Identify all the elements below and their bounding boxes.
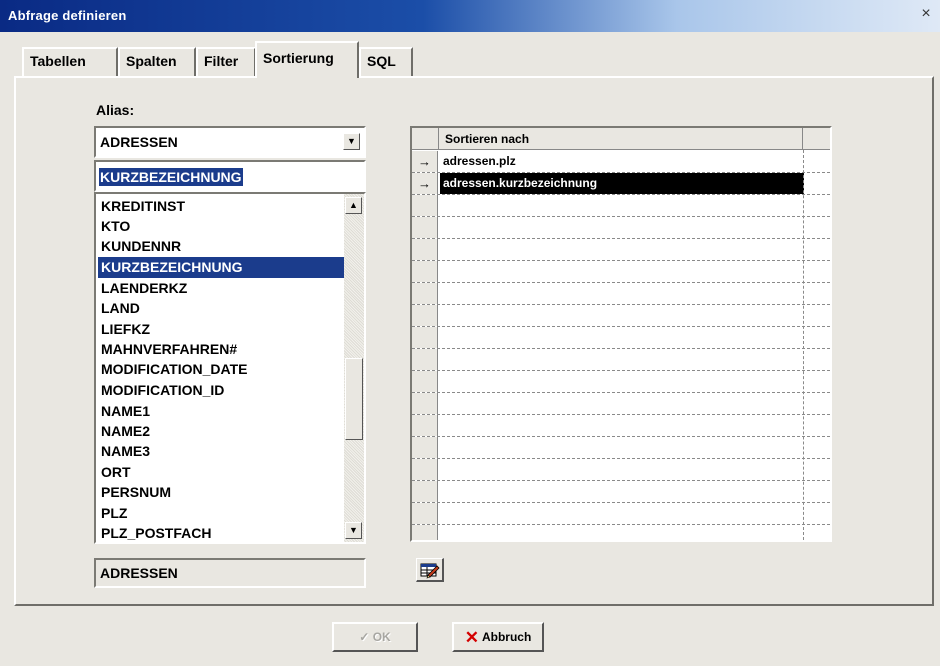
row-indicator bbox=[412, 437, 438, 458]
ok-button[interactable]: ✓ OK bbox=[332, 622, 418, 652]
list-item[interactable]: PLZ bbox=[98, 503, 344, 524]
columns-listbox[interactable]: KREDITINST KTO KUNDENNR KURZBEZEICHNUNG … bbox=[94, 192, 366, 544]
alias-combo-value: ADRESSEN bbox=[100, 134, 178, 150]
row-indicator bbox=[412, 459, 438, 480]
list-item[interactable]: PERSNUM bbox=[98, 482, 344, 503]
row-indicator bbox=[412, 217, 438, 238]
empty-row[interactable] bbox=[412, 415, 830, 437]
grid-column-divider bbox=[803, 150, 804, 540]
row-indicator bbox=[412, 371, 438, 392]
tab-sortierung[interactable]: Sortierung bbox=[255, 41, 359, 78]
row-indicator bbox=[412, 525, 438, 540]
edit-button[interactable] bbox=[416, 558, 444, 582]
grid-header: Sortieren nach bbox=[412, 128, 830, 150]
row-indicator bbox=[412, 503, 438, 524]
row-arrow-icon: → bbox=[412, 173, 438, 194]
list-item[interactable]: KUNDENNR bbox=[98, 236, 344, 257]
empty-row[interactable] bbox=[412, 283, 830, 305]
list-item[interactable]: LAND bbox=[98, 298, 344, 319]
cancel-label: Abbruch bbox=[481, 630, 532, 644]
ok-label: OK bbox=[372, 630, 391, 644]
title-bar: Abfrage definieren × bbox=[0, 0, 940, 32]
tab-sql[interactable]: SQL bbox=[359, 47, 413, 76]
tab-label: Tabellen bbox=[30, 53, 86, 69]
empty-row[interactable] bbox=[412, 349, 830, 371]
sort-row-value[interactable]: adressen.plz bbox=[440, 151, 516, 172]
list-item[interactable]: MODIFICATION_DATE bbox=[98, 359, 344, 380]
list-item[interactable]: KTO bbox=[98, 216, 344, 237]
close-icon[interactable]: × bbox=[918, 6, 934, 22]
column-name-field[interactable]: KURZBEZEICHNUNG bbox=[94, 160, 366, 192]
listbox-scrollbar[interactable]: ▲ ▼ bbox=[344, 194, 364, 542]
list-item[interactable]: PLZ_POSTFACH bbox=[98, 523, 344, 542]
row-indicator bbox=[412, 327, 438, 348]
empty-row[interactable] bbox=[412, 503, 830, 525]
grid-corner bbox=[412, 128, 439, 150]
row-arrow-icon: → bbox=[412, 151, 438, 172]
sort-grid-frame: Sortieren nach → adressen.plz → adressen… bbox=[410, 126, 832, 542]
tab-panel: Alias: ADRESSEN ▼ KURZBEZEICHNUNG KREDIT… bbox=[14, 76, 934, 606]
tab-spalten[interactable]: Spalten bbox=[118, 47, 196, 76]
list-item[interactable]: MAHNVERFAHREN# bbox=[98, 339, 344, 360]
list-item[interactable]: NAME2 bbox=[98, 421, 344, 442]
tab-tabellen[interactable]: Tabellen bbox=[22, 47, 118, 76]
empty-row[interactable] bbox=[412, 195, 830, 217]
column-name-value: KURZBEZEICHNUNG bbox=[99, 168, 243, 186]
row-indicator bbox=[412, 481, 438, 502]
empty-row[interactable] bbox=[412, 525, 830, 540]
empty-row[interactable] bbox=[412, 437, 830, 459]
chevron-down-icon[interactable]: ▼ bbox=[343, 133, 360, 150]
empty-row[interactable] bbox=[412, 217, 830, 239]
list-item[interactable]: NAME3 bbox=[98, 441, 344, 462]
sort-grid[interactable]: Sortieren nach → adressen.plz → adressen… bbox=[412, 128, 830, 540]
list-item[interactable]: KREDITINST bbox=[98, 196, 344, 217]
row-indicator bbox=[412, 393, 438, 414]
tab-label: SQL bbox=[367, 53, 396, 69]
row-indicator bbox=[412, 195, 438, 216]
up-arrow-icon[interactable]: ▲ bbox=[345, 197, 362, 214]
tab-label: Filter bbox=[204, 53, 239, 69]
down-arrow-icon[interactable]: ▼ bbox=[345, 522, 362, 539]
sort-row[interactable]: → adressen.plz bbox=[412, 151, 830, 173]
row-indicator bbox=[412, 349, 438, 370]
sort-row-active[interactable]: → adressen.kurzbezeichnung bbox=[412, 173, 830, 195]
list-item[interactable]: MODIFICATION_ID bbox=[98, 380, 344, 401]
alias-readonly-field: ADRESSEN bbox=[94, 558, 366, 588]
empty-row[interactable] bbox=[412, 239, 830, 261]
row-indicator bbox=[412, 305, 438, 326]
list-item-selected[interactable]: KURZBEZEICHNUNG bbox=[98, 257, 344, 278]
alias-combobox[interactable]: ADRESSEN ▼ bbox=[94, 126, 366, 158]
list-item[interactable]: ORT bbox=[98, 462, 344, 483]
row-indicator bbox=[412, 261, 438, 282]
cancel-button[interactable]: ✕ Abbruch bbox=[452, 622, 544, 652]
list-item[interactable]: LIEFKZ bbox=[98, 319, 344, 340]
sort-row-value[interactable]: adressen.kurzbezeichnung bbox=[440, 173, 804, 194]
window-title: Abfrage definieren bbox=[8, 8, 127, 23]
check-icon: ✓ bbox=[359, 630, 370, 644]
row-indicator bbox=[412, 283, 438, 304]
row-indicator bbox=[412, 415, 438, 436]
empty-row[interactable] bbox=[412, 481, 830, 503]
row-indicator bbox=[412, 239, 438, 260]
tab-filter[interactable]: Filter bbox=[196, 47, 256, 76]
empty-row[interactable] bbox=[412, 261, 830, 283]
empty-row[interactable] bbox=[412, 327, 830, 349]
edit-table-icon bbox=[420, 563, 440, 579]
empty-row[interactable] bbox=[412, 371, 830, 393]
list-item[interactable]: NAME1 bbox=[98, 401, 344, 422]
column-header-sortieren-nach[interactable]: Sortieren nach bbox=[439, 128, 803, 150]
empty-row[interactable] bbox=[412, 459, 830, 481]
scrollbar-thumb[interactable] bbox=[345, 358, 363, 440]
empty-row[interactable] bbox=[412, 393, 830, 415]
list-item[interactable]: LAENDERKZ bbox=[98, 278, 344, 299]
tab-label: Spalten bbox=[126, 53, 177, 69]
empty-row[interactable] bbox=[412, 305, 830, 327]
tab-label: Sortierung bbox=[263, 50, 334, 66]
alias-label: Alias: bbox=[96, 102, 135, 118]
close-icon: ✕ bbox=[464, 627, 479, 647]
